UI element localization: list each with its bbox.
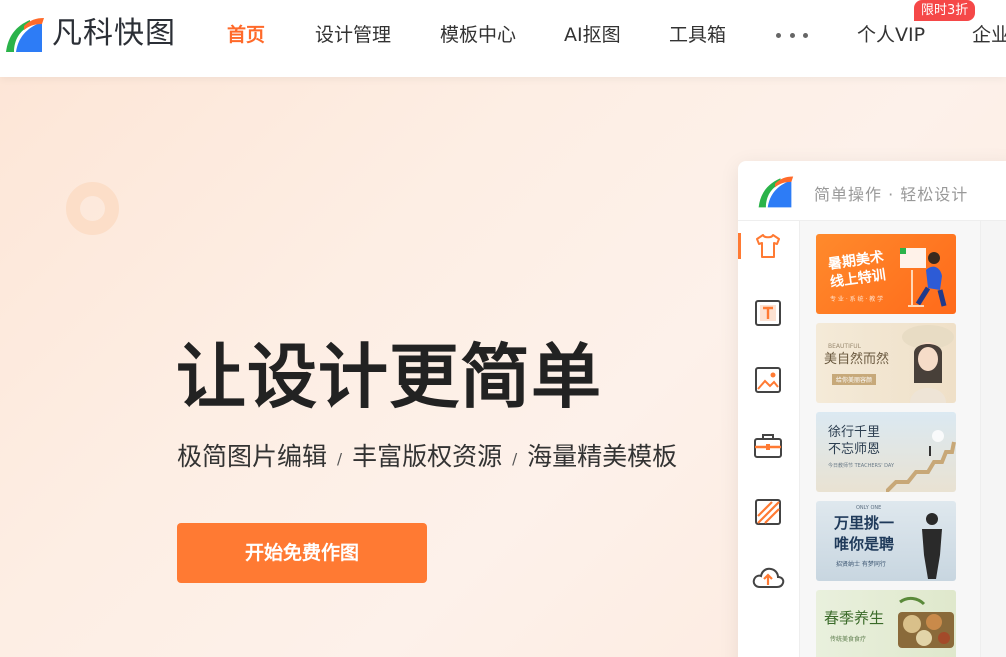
template-caption: ONLY ONE xyxy=(856,505,882,511)
feature-copyright-resources: 丰富版权资源 xyxy=(352,442,503,471)
hero-section: 让设计更简单 极简图片编辑 / 丰富版权资源 / 海量精美模板 开始免费作图 简… xyxy=(0,77,1006,657)
panel-canvas-area xyxy=(980,221,1006,657)
discount-badge: 限时3折 xyxy=(914,0,976,21)
template-caption: 专 业 · 系 统 · 教 学 xyxy=(830,296,884,303)
more-dots-icon[interactable] xyxy=(776,25,808,45)
template-card[interactable]: ONLY ONE 万里挑一 唯你是聘 招贤纳士 有梦同行 xyxy=(816,501,956,581)
hero-subtitle: 极简图片编辑 / 丰富版权资源 / 海量精美模板 xyxy=(177,439,677,471)
template-card[interactable]: 暑期美术 线上特训 专 业 · 系 统 · 教 学 xyxy=(816,234,956,314)
portrait-illustration xyxy=(902,325,954,403)
food-bowls-illustration xyxy=(898,596,954,648)
template-list: 暑期美术 线上特训 专 业 · 系 统 · 教 学 BEAUTIFUL 美自然而… xyxy=(800,221,980,657)
nav-ai-cutout[interactable]: AI抠图 xyxy=(564,22,621,48)
active-indicator xyxy=(738,233,741,259)
image-icon[interactable] xyxy=(751,363,785,397)
template-caption: 今日教师节 TEACHERS' DAY xyxy=(828,463,895,469)
cloud-upload-icon[interactable] xyxy=(751,561,785,595)
template-card[interactable]: BEAUTIFUL 美自然而然 给你美丽容颜 xyxy=(816,323,956,403)
top-navigation-bar: 凡科快图 首页 设计管理 模板中心 AI抠图 工具箱 个人VIP 限时3折 企业 xyxy=(0,0,1006,77)
text-icon[interactable] xyxy=(751,296,785,330)
panel-slogan: 简单操作 · 轻松设计 xyxy=(814,185,969,204)
tshirt-icon[interactable] xyxy=(751,229,785,263)
panel-sidebar xyxy=(738,221,800,657)
stairs-illustration xyxy=(886,430,956,492)
template-title: 春季养生 xyxy=(824,609,885,627)
template-title: 不忘师恩 xyxy=(828,442,881,457)
nav-toolbox[interactable]: 工具箱 xyxy=(669,22,726,48)
feature-photo-editing: 极简图片编辑 xyxy=(177,442,328,471)
template-card[interactable]: 春季养生 传统美食食疗 xyxy=(816,590,956,657)
brand-name: 凡科快图 xyxy=(52,16,176,51)
businessman-silhouette xyxy=(922,513,942,579)
template-title: 唯你是聘 xyxy=(834,535,895,553)
nav-personal-vip[interactable]: 个人VIP xyxy=(857,22,925,48)
artist-illustration xyxy=(900,248,947,307)
nav-design-management[interactable]: 设计管理 xyxy=(315,22,391,48)
subtitle-separator: / xyxy=(512,450,518,468)
background-pattern-icon[interactable] xyxy=(751,495,785,529)
hero-title: 让设计更简单 xyxy=(176,336,602,418)
template-caption: 招贤纳士 有梦同行 xyxy=(836,561,886,568)
brand-logo[interactable]: 凡科快图 xyxy=(2,12,176,56)
panel-header: 简单操作 · 轻松设计 xyxy=(738,161,1006,221)
template-title: 万里挑一 xyxy=(834,514,895,532)
feature-templates: 海量精美模板 xyxy=(527,442,678,471)
template-caption: 传统美食食疗 xyxy=(830,636,867,643)
fanke-logo-icon xyxy=(6,18,44,52)
panel-logo-icon xyxy=(755,171,795,215)
nav-home[interactable]: 首页 xyxy=(227,22,265,48)
template-caption: BEAUTIFUL xyxy=(828,343,862,350)
editor-preview-panel: 简单操作 · 轻松设计 暑期美术 线上特训 专 业 · 系 统 · 教 学 BE… xyxy=(738,161,1006,657)
start-free-design-button[interactable]: 开始免费作图 xyxy=(177,523,427,583)
toolbox-icon[interactable] xyxy=(751,429,785,463)
template-card[interactable]: 徐行千里 不忘师恩 今日教师节 TEACHERS' DAY xyxy=(816,412,956,492)
subtitle-separator: / xyxy=(337,450,343,468)
template-title: 徐行千里 xyxy=(828,425,881,440)
nav-template-center[interactable]: 模板中心 xyxy=(440,22,516,48)
template-title: 美自然而然 xyxy=(824,352,890,367)
nav-enterprise[interactable]: 企业 xyxy=(972,22,1006,48)
decorative-ring xyxy=(66,182,119,235)
template-caption: 给你美丽容颜 xyxy=(832,374,877,385)
